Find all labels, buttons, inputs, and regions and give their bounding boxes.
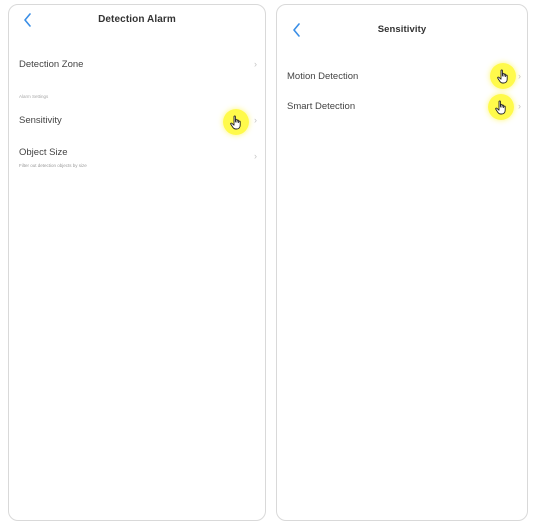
chevron-right-icon: › xyxy=(254,115,257,125)
pointing-hand-icon xyxy=(230,115,241,129)
detection-alarm-screen: Detection Alarm Detection Zone › Alarm S… xyxy=(8,4,266,521)
tap-indicator xyxy=(488,94,514,120)
sensitivity-screen: Sensitivity Motion Detection › Smart Det… xyxy=(276,4,528,521)
pointing-hand-icon xyxy=(497,69,508,83)
nav-bar: Sensitivity xyxy=(277,5,527,53)
motion-detection-label: Motion Detection xyxy=(287,71,359,82)
chevron-right-icon: › xyxy=(518,71,521,81)
object-size-label: Object Size xyxy=(19,147,68,158)
chevron-right-icon: › xyxy=(254,59,257,69)
nav-bar: Detection Alarm xyxy=(9,5,265,37)
smart-detection-label: Smart Detection xyxy=(287,101,356,112)
page-title: Detection Alarm xyxy=(98,14,176,25)
smart-detection-row[interactable]: Smart Detection › xyxy=(277,91,527,121)
detection-zone-label: Detection Zone xyxy=(19,59,84,70)
tap-indicator xyxy=(490,63,516,89)
chevron-right-icon: › xyxy=(254,151,257,161)
pointing-hand-icon xyxy=(495,100,506,114)
sensitivity-row[interactable]: Sensitivity › xyxy=(9,105,265,137)
tutorial-canvas: Detection Alarm Detection Zone › Alarm S… xyxy=(0,0,533,526)
motion-detection-row[interactable]: Motion Detection › xyxy=(277,61,527,91)
page-title: Sensitivity xyxy=(377,24,427,35)
object-size-row[interactable]: Object Size Filter out detection objects… xyxy=(9,141,265,175)
detection-zone-row[interactable]: Detection Zone › xyxy=(9,49,265,79)
object-size-description: Filter out detection objects by size xyxy=(19,163,87,168)
tap-indicator xyxy=(223,109,249,135)
sensitivity-label: Sensitivity xyxy=(19,115,62,126)
chevron-right-icon: › xyxy=(518,101,521,111)
section-caption: Alarm Settings xyxy=(19,94,49,99)
